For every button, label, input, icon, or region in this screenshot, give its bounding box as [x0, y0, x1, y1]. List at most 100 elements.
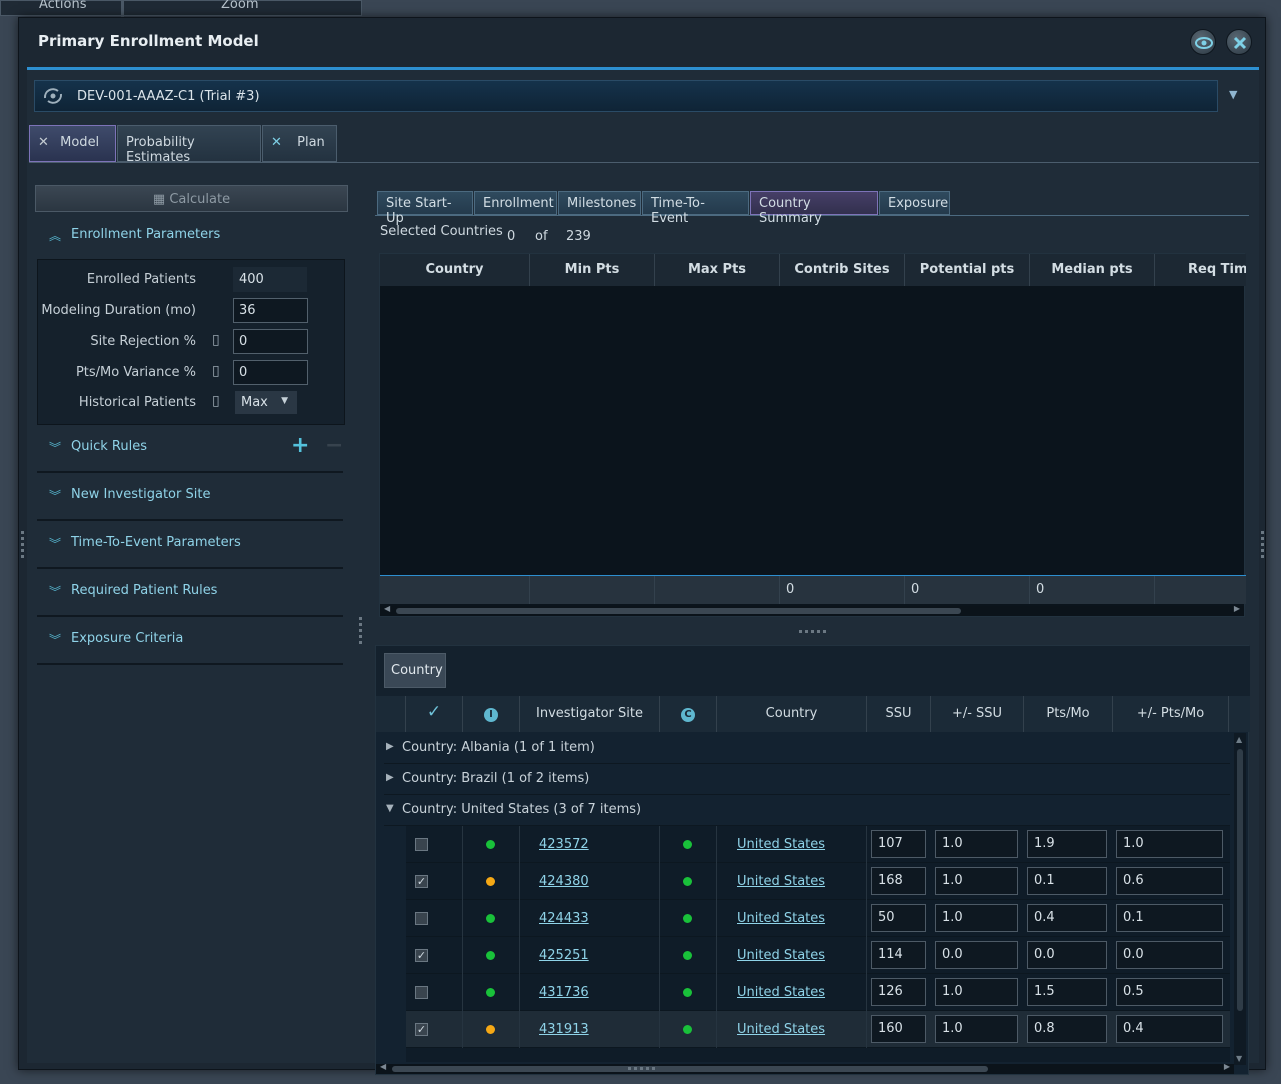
pts-mo-variance-field[interactable]: 0.1	[1116, 904, 1223, 932]
row-checkbox[interactable]	[415, 912, 428, 925]
tab-site-start-up[interactable]: Site Start-Up	[377, 191, 473, 226]
section-required-patient-rules[interactable]: ︾ Required Patient Rules	[37, 569, 343, 617]
table-row[interactable]: ✓ 425251 United States 114 0.0 0.0 0.0	[406, 937, 1230, 974]
add-icon[interactable]: +	[291, 433, 309, 458]
pts-mo-field[interactable]: 1.9	[1027, 830, 1107, 858]
site-rejection-field[interactable]: 0	[233, 329, 308, 354]
pts-mo-field[interactable]: 0.0	[1027, 941, 1107, 969]
ssu-field[interactable]: 114	[871, 941, 926, 969]
dialog-resize-grip-right[interactable]	[1261, 531, 1264, 561]
scrollbar-thumb[interactable]	[1237, 749, 1243, 1011]
calculate-button[interactable]: ▦ Calculate	[35, 185, 348, 212]
investigator-site-link[interactable]: 423572	[539, 837, 589, 852]
pts-mo-variance-field[interactable]: 0.0	[1116, 941, 1223, 969]
ssu-field[interactable]: 160	[871, 1015, 926, 1043]
investigator-site-link[interactable]: 424433	[539, 911, 589, 926]
tab-exposure[interactable]: Exposure	[879, 191, 950, 215]
tab-model[interactable]: ✕ Model	[29, 125, 116, 162]
group-row-albania[interactable]: ▶ Country: Albania (1 of 1 item)	[384, 733, 1230, 764]
remove-icon[interactable]: −	[325, 433, 343, 458]
tab-country-summary[interactable]: Country Summary	[750, 191, 878, 226]
country-link[interactable]: United States	[737, 948, 825, 963]
scroll-up-icon[interactable]: ▲	[1236, 735, 1242, 744]
table-row[interactable]: ✓ 424380 United States 168 1.0 0.1 0.6	[406, 863, 1230, 900]
country-link[interactable]: United States	[737, 1022, 825, 1037]
section-time-to-event-parameters[interactable]: ︾ Time-To-Event Parameters	[37, 521, 343, 569]
info-icon[interactable]: I	[463, 696, 520, 732]
col-pts-mo[interactable]: Pts/Mo	[1024, 696, 1113, 732]
pts-mo-field[interactable]: 0.8	[1027, 1015, 1107, 1043]
investigator-site-link[interactable]: 425251	[539, 948, 589, 963]
expand-icon[interactable]: ▶	[386, 741, 394, 752]
clipboard-icon[interactable]: ▯	[212, 393, 226, 411]
table-row[interactable]: 431736 United States 126 1.0 1.5 0.5	[406, 974, 1230, 1011]
zoom-menu[interactable]: Zoom	[221, 0, 258, 12]
table-row[interactable]: 424433 United States 50 1.0 0.4 0.1	[406, 900, 1230, 937]
pts-mo-field[interactable]: 0.4	[1027, 904, 1107, 932]
row-checkbox[interactable]: ✓	[415, 875, 428, 888]
row-checkbox[interactable]	[415, 986, 428, 999]
tab-plan[interactable]: ✕ Plan	[262, 125, 337, 162]
collapse-icon[interactable]: ▼	[386, 803, 394, 814]
trial-selector[interactable]: DEV-001-AAAZ-C1 (Trial #3)	[34, 80, 1218, 112]
actions-menu[interactable]: Actions	[39, 0, 87, 12]
pts-mo-variance-field[interactable]: 0.6	[1116, 867, 1223, 895]
enrolled-patients-field[interactable]: 400	[233, 267, 307, 292]
row-checkbox[interactable]: ✓	[415, 1023, 428, 1036]
country-link[interactable]: United States	[737, 985, 825, 1000]
scrollbar-thumb[interactable]	[396, 608, 961, 614]
eye-icon[interactable]	[1190, 29, 1216, 55]
section-new-investigator-site[interactable]: ︾ New Investigator Site	[37, 473, 343, 521]
clipboard-icon[interactable]: ▯	[212, 332, 226, 350]
clipboard-icon[interactable]: ▯	[212, 363, 226, 381]
section-exposure-criteria[interactable]: ︾ Exposure Criteria	[37, 617, 343, 665]
modeling-duration-field[interactable]: 36	[233, 298, 308, 323]
pts-mo-variance-field[interactable]: 0.5	[1116, 978, 1223, 1006]
vertical-scrollbar[interactable]: ▲ ▼	[1234, 733, 1246, 1065]
group-row-united-states[interactable]: ▼ Country: United States (3 of 7 items)	[384, 795, 1230, 826]
ssu-variance-field[interactable]: 1.0	[935, 867, 1018, 895]
pts-mo-variance-field[interactable]: 0.4	[1116, 1015, 1223, 1043]
ssu-variance-field[interactable]: 1.0	[935, 1015, 1018, 1043]
horizontal-scrollbar[interactable]: ◀ ▶	[376, 1062, 1234, 1074]
tab-enrollment[interactable]: Enrollment	[474, 191, 557, 215]
horizontal-scrollbar[interactable]: ◀ ▶	[380, 604, 1244, 616]
group-row-brazil[interactable]: ▶ Country: Brazil (1 of 2 items)	[384, 764, 1230, 795]
historical-patients-select[interactable]: Max ▼	[235, 391, 297, 414]
country-link[interactable]: United States	[737, 837, 825, 852]
ssu-variance-field[interactable]: 1.0	[935, 830, 1018, 858]
scroll-right-icon[interactable]: ▶	[1224, 1062, 1230, 1071]
pts-mo-variance-field[interactable]: 1.0	[1116, 830, 1223, 858]
tab-time-to-event[interactable]: Time-To-Event	[642, 191, 749, 226]
section-enrollment-parameters[interactable]: ︽ Enrollment Parameters	[37, 213, 343, 259]
checkmark-icon[interactable]: ✓	[406, 696, 463, 732]
dialog-resize-grip-left[interactable]	[21, 531, 24, 561]
col-country[interactable]: Country	[717, 696, 867, 732]
scroll-down-icon[interactable]: ▼	[1236, 1054, 1242, 1063]
col-ssu-variance[interactable]: +/- SSU	[931, 696, 1024, 732]
panel-splitter-grip[interactable]	[359, 617, 362, 647]
pts-mo-variance-field[interactable]: 0	[233, 360, 308, 385]
pts-mo-field[interactable]: 0.1	[1027, 867, 1107, 895]
scroll-left-icon[interactable]: ◀	[384, 604, 390, 613]
country-link[interactable]: United States	[737, 874, 825, 889]
row-checkbox[interactable]	[415, 838, 428, 851]
ssu-field[interactable]: 50	[871, 904, 926, 932]
chevron-down-icon[interactable]: ▼	[1229, 88, 1237, 101]
investigator-site-link[interactable]: 431913	[539, 1022, 589, 1037]
scroll-left-icon[interactable]: ◀	[380, 1062, 386, 1071]
investigator-site-link[interactable]: 424380	[539, 874, 589, 889]
scrollbar-thumb[interactable]	[392, 1066, 988, 1072]
ssu-field[interactable]: 107	[871, 830, 926, 858]
ssu-variance-field[interactable]: 0.0	[935, 941, 1018, 969]
investigator-site-link[interactable]: 431736	[539, 985, 589, 1000]
col-pts-mo-variance[interactable]: +/- Pts/Mo	[1113, 696, 1229, 732]
tab-probability-estimates[interactable]: Probability Estimates	[117, 125, 261, 165]
col-investigator-site[interactable]: Investigator Site	[520, 696, 660, 732]
refresh-icon[interactable]: C	[660, 696, 717, 732]
close-icon[interactable]	[1226, 29, 1252, 55]
group-by-country-chip[interactable]: Country	[384, 653, 446, 688]
tab-milestones[interactable]: Milestones	[558, 191, 641, 215]
dialog-drag-grip-bottom[interactable]	[628, 1067, 658, 1070]
ssu-field[interactable]: 168	[871, 867, 926, 895]
